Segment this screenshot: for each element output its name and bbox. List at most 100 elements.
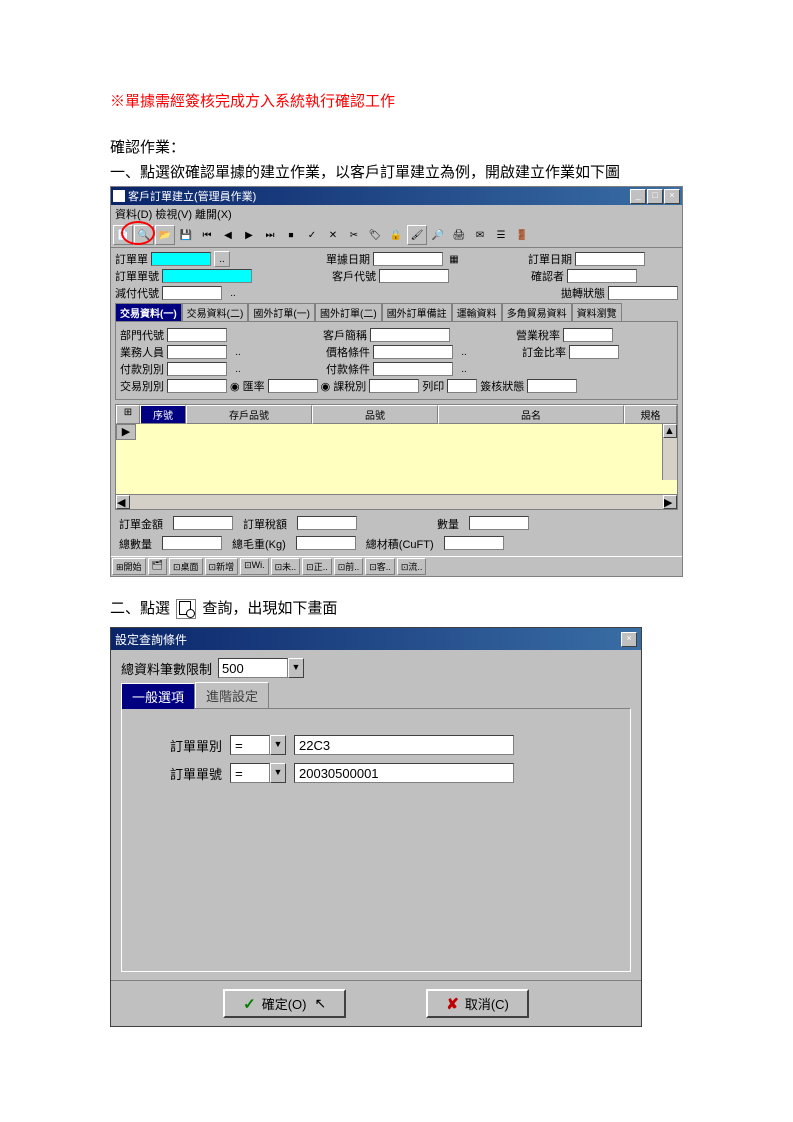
list-icon[interactable]: ☰ xyxy=(491,225,511,245)
taskbtn[interactable]: ⊡正.. xyxy=(302,558,332,575)
new-icon[interactable]: 📄 xyxy=(113,225,133,245)
taskbtn[interactable]: ⊡未.. xyxy=(271,558,301,575)
tab-general[interactable]: 一般選項 xyxy=(121,683,195,709)
chevron-down-icon[interactable]: ▼ xyxy=(270,735,286,755)
rate-input[interactable] xyxy=(268,379,318,393)
agent-input[interactable] xyxy=(167,345,227,359)
approval-note: ※單據需經簽核完成方入系統執行確認工作 xyxy=(110,90,683,111)
grid-body[interactable]: ▶ ▲ xyxy=(116,424,677,494)
cancel-button[interactable]: ✘ 取消(C) xyxy=(426,989,529,1018)
print-input[interactable] xyxy=(447,379,477,393)
lock-icon[interactable]: 🔒 xyxy=(386,225,406,245)
cancel-icon[interactable]: ✕ xyxy=(323,225,343,245)
trade-input[interactable] xyxy=(167,379,227,393)
ok-button[interactable]: ✓ 確定(O) ↖ xyxy=(223,989,346,1018)
order-entry-window: 客戶訂單建立(管理員作業) _ □ × 資料(D) 檢視(V) 離開(X) 📄 … xyxy=(110,186,683,577)
lookup-icon[interactable]: .. xyxy=(225,285,241,301)
taskbtn[interactable]: ⊡客.. xyxy=(365,558,395,575)
orderrate-input[interactable] xyxy=(569,345,619,359)
maximize-button[interactable]: □ xyxy=(647,189,663,204)
paint-icon[interactable]: 🖌 xyxy=(407,225,427,245)
label: 訂單單號 xyxy=(115,268,159,284)
open-icon[interactable]: 📂 xyxy=(155,225,175,245)
label: 拋轉狀態 xyxy=(561,285,605,301)
tab-advanced[interactable]: 進階設定 xyxy=(195,682,269,708)
vscrollbar[interactable]: ▲ xyxy=(662,424,677,480)
cal-icon[interactable]: ▦ xyxy=(446,251,462,267)
tag-icon[interactable]: 🏷 xyxy=(365,225,385,245)
limit-combo[interactable]: ▼ xyxy=(218,658,304,678)
ord-date-input[interactable] xyxy=(575,252,645,266)
tab-8[interactable]: 資料瀏覽 xyxy=(572,303,622,321)
prev-icon[interactable]: ◀ xyxy=(218,225,238,245)
tab-2[interactable]: 交易資料(二) xyxy=(182,303,249,321)
search-icon[interactable]: 🔍 xyxy=(134,225,154,245)
tab-7[interactable]: 多角貿易資料 xyxy=(502,303,572,321)
field-label: 訂單單別 xyxy=(152,736,222,755)
check-icon: ✓ xyxy=(243,995,256,1013)
last-icon[interactable]: ⏭ xyxy=(260,225,280,245)
op-combo[interactable]: ▼ xyxy=(230,763,286,783)
limit-label: 總資料筆數限制 xyxy=(121,659,212,678)
taskbtn[interactable]: ⊞開始 xyxy=(112,558,146,575)
query-dialog: 設定查詢條件 × 總資料筆數限制 ▼ 一般選項 進階設定 訂單單別 xyxy=(110,627,642,1027)
doc-date-input[interactable] xyxy=(373,252,443,266)
chevron-down-icon[interactable]: ▼ xyxy=(288,658,304,678)
price-input[interactable] xyxy=(373,345,453,359)
section-heading: 確認作業： xyxy=(110,136,683,157)
cust-input[interactable] xyxy=(379,269,449,283)
order-no-input[interactable] xyxy=(162,269,252,283)
mail-icon[interactable]: ✉ xyxy=(470,225,490,245)
print-icon[interactable]: 🖨 xyxy=(449,225,469,245)
taskbar: ⊞開始 🗂 ⊡桌面 ⊡新增 ⊡Wi. ⊡未.. ⊡正.. ⊡前.. ⊡客.. ⊡… xyxy=(111,556,682,576)
dept-input[interactable] xyxy=(167,328,227,342)
tab-1[interactable]: 交易資料(一) xyxy=(115,303,182,321)
cut-icon[interactable]: ✂ xyxy=(344,225,364,245)
cursor-icon: ↖ xyxy=(315,995,327,1012)
cross-icon: ✘ xyxy=(446,995,459,1013)
ok-icon[interactable]: ✓ xyxy=(302,225,322,245)
label: 訂單日期 xyxy=(528,251,572,267)
close-button[interactable]: × xyxy=(621,632,637,647)
attach-input[interactable] xyxy=(608,286,678,300)
first-icon[interactable]: ⏮ xyxy=(197,225,217,245)
taskbtn[interactable]: ⊡桌面 xyxy=(169,558,203,575)
value-input[interactable] xyxy=(294,763,514,783)
window-title: 客戶訂單建立(管理員作業) xyxy=(128,188,630,204)
taskbtn[interactable]: ⊡流.. xyxy=(397,558,427,575)
tab-5[interactable]: 國外訂單備註 xyxy=(382,303,452,321)
taskbtn[interactable]: ⊡前.. xyxy=(334,558,364,575)
cust2-input[interactable] xyxy=(370,328,450,342)
sign-input[interactable] xyxy=(527,379,577,393)
dec-input[interactable] xyxy=(162,286,222,300)
close-button[interactable]: × xyxy=(664,189,680,204)
next-icon[interactable]: ▶ xyxy=(239,225,259,245)
confirmer-input[interactable] xyxy=(567,269,637,283)
taskbtn[interactable]: ⊡Wi. xyxy=(240,558,269,575)
biztax-input[interactable] xyxy=(563,328,613,342)
paycond-input[interactable] xyxy=(373,362,453,376)
lookup-icon[interactable]: .. xyxy=(214,251,230,267)
order-type-input[interactable] xyxy=(151,252,211,266)
tab-4[interactable]: 國外訂單(二) xyxy=(315,303,382,321)
value-input[interactable] xyxy=(294,735,514,755)
search-doc-icon xyxy=(176,599,196,619)
minimize-button[interactable]: _ xyxy=(630,189,646,204)
step-1: 一、點選欲確認單據的建立作業，以客戶訂單建立為例，開啟建立作業如下圖 xyxy=(110,161,683,182)
exit-icon[interactable]: 🚪 xyxy=(512,225,532,245)
tab-3[interactable]: 國外訂單(一) xyxy=(248,303,315,321)
tax-input[interactable] xyxy=(369,379,419,393)
limit-input[interactable] xyxy=(218,658,288,678)
save-icon[interactable]: 💾 xyxy=(176,225,196,245)
op-combo[interactable]: ▼ xyxy=(230,735,286,755)
tab-6[interactable]: 運輸資料 xyxy=(452,303,502,321)
menubar[interactable]: 資料(D) 檢視(V) 離開(X) xyxy=(111,205,682,223)
taskbtn[interactable]: ⊡新增 xyxy=(205,558,239,575)
paytype-input[interactable] xyxy=(167,362,227,376)
taskbtn[interactable]: 🗂 xyxy=(148,558,167,575)
preview-icon[interactable]: 🔎 xyxy=(428,225,448,245)
chevron-down-icon[interactable]: ▼ xyxy=(270,763,286,783)
tab-strip: 交易資料(一) 交易資料(二) 國外訂單(一) 國外訂單(二) 國外訂單備註 運… xyxy=(115,303,678,321)
hscrollbar[interactable]: ◀▶ xyxy=(116,494,677,509)
stop-icon[interactable]: ⏹ xyxy=(281,225,301,245)
